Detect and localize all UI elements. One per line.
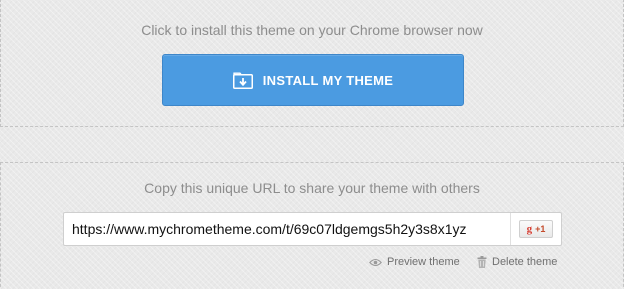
delete-theme-label: Delete theme (492, 256, 558, 268)
install-heading: Click to install this theme on your Chro… (141, 22, 483, 38)
install-section: Click to install this theme on your Chro… (0, 0, 624, 127)
plus-one-label: +1 (535, 224, 546, 234)
share-section: Copy this unique URL to share your theme… (0, 162, 624, 289)
install-theme-button[interactable]: INSTALL MY THEME (162, 54, 464, 106)
share-url-box: g +1 (63, 212, 562, 246)
install-theme-label: INSTALL MY THEME (262, 72, 394, 88)
url-divider (510, 213, 511, 245)
delete-theme-link[interactable]: Delete theme (477, 256, 557, 268)
preview-theme-label: Preview theme (387, 256, 460, 268)
eye-icon (369, 258, 382, 266)
google-plus-one-button[interactable]: g +1 (519, 220, 553, 238)
trash-icon (477, 256, 487, 268)
share-url-input[interactable] (64, 213, 510, 245)
folder-download-icon (232, 72, 253, 89)
preview-theme-link[interactable]: Preview theme (369, 256, 460, 268)
share-heading: Copy this unique URL to share your theme… (144, 180, 480, 196)
google-plus-icon: g (526, 223, 533, 235)
